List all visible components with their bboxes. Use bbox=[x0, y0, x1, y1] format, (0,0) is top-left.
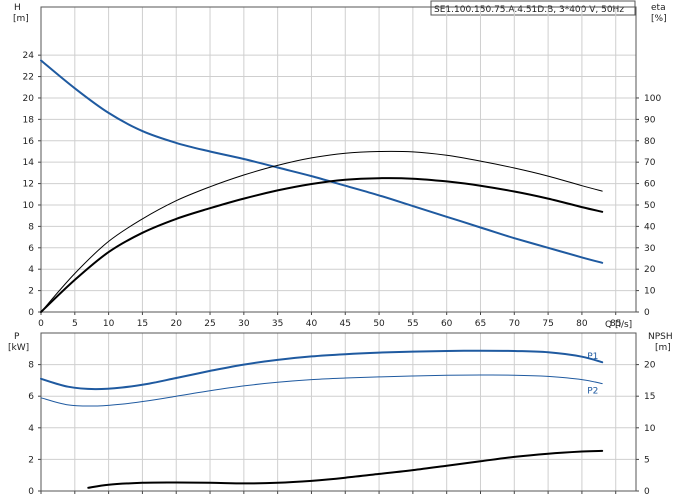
y-tick-label-left: 18 bbox=[23, 115, 35, 125]
series-label: P1 bbox=[587, 352, 598, 362]
y-tick-label-left: 4 bbox=[28, 265, 34, 275]
y-tick-label-left: 6 bbox=[28, 244, 34, 254]
bottom-right-axis-label: NPSH bbox=[648, 332, 673, 342]
y-tick-label-left: 24 bbox=[23, 51, 35, 61]
y-tick-label-left: 8 bbox=[28, 361, 34, 371]
x-tick-label: 45 bbox=[340, 319, 351, 329]
x-tick-label: 80 bbox=[576, 319, 588, 329]
series-line-1-0 bbox=[40, 349, 604, 391]
y-tick-label-right: 20 bbox=[644, 361, 656, 371]
top-right-axis-label: eta bbox=[651, 3, 666, 13]
y-tick-label-left: 2 bbox=[28, 455, 34, 465]
x-tick-label: 85 bbox=[610, 319, 621, 329]
x-tick-label: 35 bbox=[272, 319, 283, 329]
x-tick-label: 10 bbox=[103, 319, 115, 329]
y-tick-label-right: 5 bbox=[644, 455, 650, 465]
x-tick-label: 15 bbox=[137, 319, 148, 329]
x-tick-label: 25 bbox=[204, 319, 215, 329]
y-tick-label-left: 20 bbox=[23, 94, 35, 104]
x-tick-label: 70 bbox=[509, 319, 521, 329]
top-right-axis-unit: [%] bbox=[651, 14, 667, 24]
bottom-right-axis-unit: [m] bbox=[655, 343, 671, 353]
y-tick-label-right: 100 bbox=[644, 94, 661, 104]
y-tick-label-left: 0 bbox=[28, 487, 34, 497]
series-line-0-1 bbox=[40, 177, 604, 313]
x-tick-label: 65 bbox=[475, 319, 486, 329]
y-tick-label-right: 0 bbox=[644, 487, 650, 497]
y-tick-label-left: 2 bbox=[28, 287, 34, 297]
y-tick-label-left: 16 bbox=[23, 137, 35, 147]
x-tick-label: 20 bbox=[171, 319, 183, 329]
plot-frame bbox=[40, 332, 637, 492]
y-tick-label-left: 14 bbox=[23, 158, 35, 168]
y-tick-label-left: 4 bbox=[28, 424, 34, 434]
y-tick-label-right: 30 bbox=[644, 244, 656, 254]
top-left-axis-label: H bbox=[14, 3, 21, 13]
y-tick-label-right: 70 bbox=[644, 158, 656, 168]
y-tick-label-left: 6 bbox=[28, 392, 34, 402]
panel-1: 0 2 4 6 8 0 5 10 15 20 P1 P2 bbox=[28, 332, 656, 497]
x-tick-label: 50 bbox=[373, 319, 385, 329]
x-tick-label: 55 bbox=[407, 319, 418, 329]
x-tick-label: 75 bbox=[542, 319, 553, 329]
series-line-0-2 bbox=[40, 150, 603, 313]
y-tick-label-right: 50 bbox=[644, 201, 656, 211]
x-tick-label: 0 bbox=[38, 319, 44, 329]
y-tick-label-right: 40 bbox=[644, 222, 656, 232]
bottom-left-axis-label: P bbox=[14, 332, 20, 342]
x-tick-label: 60 bbox=[441, 319, 453, 329]
y-tick-label-right: 0 bbox=[644, 308, 650, 318]
top-left-axis-unit: [m] bbox=[13, 14, 29, 24]
y-tick-label-right: 20 bbox=[644, 265, 656, 275]
series-label: P2 bbox=[587, 387, 598, 397]
y-tick-label-left: 12 bbox=[23, 180, 34, 190]
y-tick-label-left: 8 bbox=[28, 222, 34, 232]
panel-0: 0 5 10 15 20 25 30 35 40 45 50 55 60 65 70 75 80 85024681… bbox=[23, 6, 661, 329]
y-tick-label-right: 15 bbox=[644, 392, 655, 402]
x-tick-label: 5 bbox=[72, 319, 78, 329]
y-tick-label-right: 10 bbox=[644, 287, 656, 297]
series-line-1-1 bbox=[40, 374, 603, 407]
bottom-left-axis-unit: [kW] bbox=[8, 343, 29, 353]
x-tick-label: 40 bbox=[306, 319, 318, 329]
pump-curve-chart: H [m] eta [%] SE1.100.150.75.A.4.51D.B, … bbox=[8, 0, 673, 497]
plot-frame bbox=[40, 6, 637, 313]
y-tick-label-left: 0 bbox=[28, 308, 34, 318]
y-tick-label-right: 80 bbox=[644, 137, 656, 147]
series-line-0-0 bbox=[40, 59, 604, 264]
y-tick-label-right: 10 bbox=[644, 424, 656, 434]
y-tick-label-left: 22 bbox=[23, 73, 34, 83]
y-tick-label-right: 90 bbox=[644, 115, 656, 125]
y-tick-label-left: 10 bbox=[23, 201, 35, 211]
x-tick-label: 30 bbox=[238, 319, 250, 329]
y-tick-label-right: 60 bbox=[644, 180, 656, 190]
